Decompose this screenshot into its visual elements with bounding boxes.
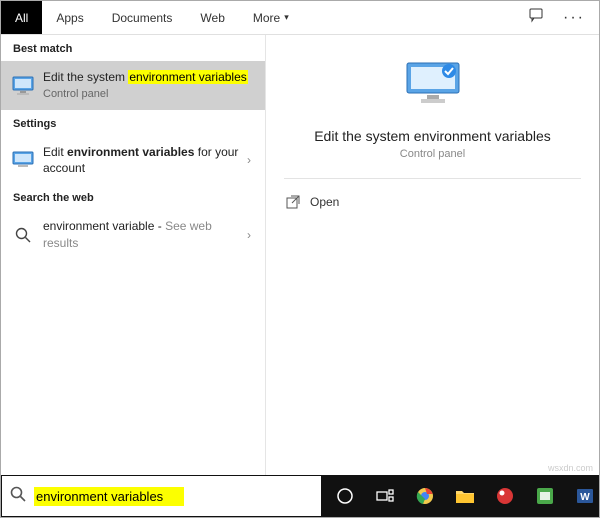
preview-pane: Edit the system environment variables Co… [266,35,599,475]
taskbar-search[interactable] [2,476,321,516]
search-tabs: All Apps Documents Web More▾ ··· [1,1,599,35]
results-list: Best match Edit the system environment v… [1,35,266,475]
section-best-match: Best match [1,35,265,61]
tab-apps[interactable]: Apps [42,1,97,34]
result-subtitle: Control panel [43,87,255,102]
chevron-right-icon: › [243,228,255,242]
monitor-check-icon [405,61,461,112]
open-action[interactable]: Open [284,189,581,215]
monitor-icon [11,148,35,172]
tab-documents[interactable]: Documents [98,1,187,34]
monitor-icon [11,74,35,98]
highlight: environment variables [128,70,247,84]
app-icon-red[interactable] [491,482,519,510]
feedback-icon[interactable] [529,7,545,28]
tab-all[interactable]: All [1,1,42,34]
section-settings: Settings [1,110,265,136]
chevron-down-icon: ▾ [284,12,289,23]
watermark: wsxdn.com [548,463,593,473]
chevron-right-icon: › [243,153,255,167]
result-web-search[interactable]: environment variable - See web results › [1,210,265,258]
section-search-web: Search the web [1,184,265,210]
result-edit-system-env[interactable]: Edit the system environment variables Co… [1,61,265,110]
result-edit-account-env[interactable]: Edit environment variables for your acco… [1,136,265,184]
preview-subtitle: Control panel [284,148,581,160]
word-icon[interactable]: W [571,482,599,510]
chrome-icon[interactable] [411,482,439,510]
task-view-icon[interactable] [371,482,399,510]
more-options-icon[interactable]: ··· [563,9,585,27]
open-icon [286,195,300,209]
svg-text:W: W [580,492,590,503]
search-icon [11,223,35,247]
tab-more[interactable]: More▾ [239,1,303,34]
taskbar: W [1,475,599,517]
preview-title: Edit the system environment variables [284,128,581,144]
search-icon [10,486,26,507]
cortana-icon[interactable] [331,482,359,510]
search-input[interactable] [34,487,184,506]
file-explorer-icon[interactable] [451,482,479,510]
app-icon-green[interactable] [531,482,559,510]
tab-web[interactable]: Web [186,1,238,34]
